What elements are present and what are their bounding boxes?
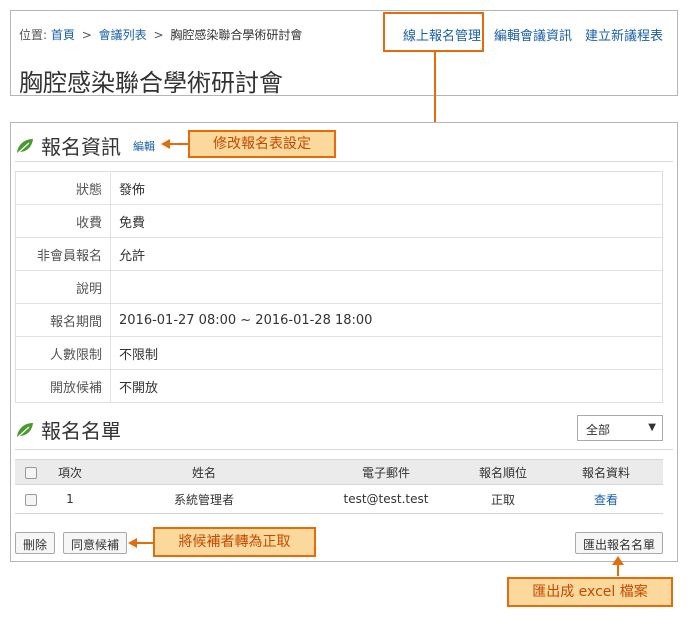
leaf-icon (17, 138, 33, 153)
annotation-arrow-head (161, 139, 170, 149)
table-row: 1 系統管理者 test@test.test 正取 查看 (15, 484, 663, 514)
breadcrumb-meeting-list-link[interactable]: 會議列表 (99, 28, 147, 42)
divider (15, 161, 673, 162)
info-row: 報名期間 2016-01-27 08:00 ~ 2016-01-28 18:00 (15, 303, 663, 337)
row-select-cell (15, 484, 47, 514)
export-button[interactable]: 匯出報名名單 (574, 532, 663, 554)
select-all-checkbox[interactable] (25, 466, 37, 479)
info-value (110, 270, 663, 304)
breadcrumb: 位置: 首頁 > 會議列表 > 胸腔感染聯合學術研討會 (19, 26, 302, 43)
column-header: 報名資料 (549, 459, 663, 485)
filter-selected-value: 全部 (586, 423, 611, 437)
table-header-row: 項次 姓名 電子郵件 報名順位 報名資料 (15, 459, 663, 485)
approve-waitlist-button[interactable]: 同意候補 (63, 532, 128, 554)
info-value: 允許 (110, 237, 663, 271)
info-row: 狀態 發佈 (15, 171, 663, 205)
breadcrumb-separator: > (153, 28, 164, 42)
annotation-arrow-head (612, 556, 624, 565)
nav-new-agenda[interactable]: 建立新議程表 (585, 24, 663, 45)
registration-info-title: 報名資訊 (41, 135, 121, 159)
callout-edit-form: 修改報名表設定 (188, 130, 336, 158)
registration-info-table: 狀態 發佈 收費 免費 非會員報名 允許 說明 報名期間 2016-01-27 … (15, 171, 663, 403)
delete-button[interactable]: 刪除 (15, 532, 56, 554)
registration-info-header: 報名資訊 編輯 (15, 131, 155, 160)
registration-list-table: 項次 姓名 電子郵件 報名順位 報名資料 1 系統管理者 test@test.t… (15, 459, 663, 514)
breadcrumb-separator: > (81, 28, 92, 42)
info-row: 收費 免費 (15, 204, 663, 238)
callout-export-excel: 匯出成 excel 檔案 (507, 577, 673, 607)
info-label: 非會員報名 (15, 237, 111, 271)
divider (15, 449, 673, 450)
column-header: 報名順位 (457, 459, 549, 485)
info-value: 2016-01-27 08:00 ~ 2016-01-28 18:00 (110, 303, 663, 337)
info-label: 說明 (15, 270, 111, 304)
annotation-arrow-head (128, 538, 137, 548)
column-header: 項次 (47, 459, 93, 485)
annotation-arrow-line (135, 542, 153, 544)
info-row: 人數限制 不限制 (15, 336, 663, 370)
info-value: 不限制 (110, 336, 663, 370)
info-label: 開放候補 (15, 369, 111, 403)
cell-index: 1 (47, 484, 93, 514)
select-all-cell (15, 459, 47, 485)
info-row: 說明 (15, 270, 663, 304)
column-header: 電子郵件 (315, 459, 457, 485)
page-title: 胸腔感染聯合學術研討會 (19, 69, 283, 97)
info-row: 非會員報名 允許 (15, 237, 663, 271)
cell-name: 系統管理者 (93, 484, 315, 514)
filter-select[interactable]: 全部 ▼ (577, 415, 663, 441)
info-value: 免費 (110, 204, 663, 238)
breadcrumb-label: 位置: (19, 28, 48, 42)
info-value: 發佈 (119, 182, 146, 198)
chevron-down-icon: ▼ (648, 422, 656, 433)
column-header: 姓名 (93, 459, 315, 485)
info-value: 不開放 (110, 369, 663, 403)
registration-list-title: 報名名單 (41, 419, 121, 443)
breadcrumb-home-link[interactable]: 首頁 (51, 28, 75, 42)
cell-order: 正取 (457, 484, 549, 514)
annotation-arrow-line (168, 143, 188, 145)
cell-email: test@test.test (315, 484, 457, 514)
info-row: 開放候補 不開放 (15, 369, 663, 403)
edit-link[interactable]: 編輯 (133, 138, 155, 154)
header-panel: 位置: 首頁 > 會議列表 > 胸腔感染聯合學術研討會 線上報名管理 編輯會議資… (10, 10, 678, 97)
nav-edit-meeting[interactable]: 編輯會議資訊 (494, 24, 572, 45)
nav-highlight-box (383, 12, 484, 52)
breadcrumb-current: 胸腔感染聯合學術研討會 (170, 28, 303, 42)
info-label: 收費 (15, 204, 111, 238)
view-link[interactable]: 查看 (594, 493, 618, 507)
row-checkbox[interactable] (25, 493, 37, 506)
leaf-icon (17, 422, 33, 437)
info-label: 狀態 (15, 171, 111, 205)
registration-panel: 報名資訊 編輯 狀態 發佈 收費 免費 非會員報名 允許 說明 報名期間 201… (10, 122, 678, 562)
info-label: 人數限制 (15, 336, 111, 370)
registration-list-header: 報名名單 (15, 415, 121, 444)
callout-waitlist: 將候補者轉為正取 (153, 527, 316, 557)
cell-action: 查看 (549, 484, 663, 514)
info-label: 報名期間 (15, 303, 111, 337)
